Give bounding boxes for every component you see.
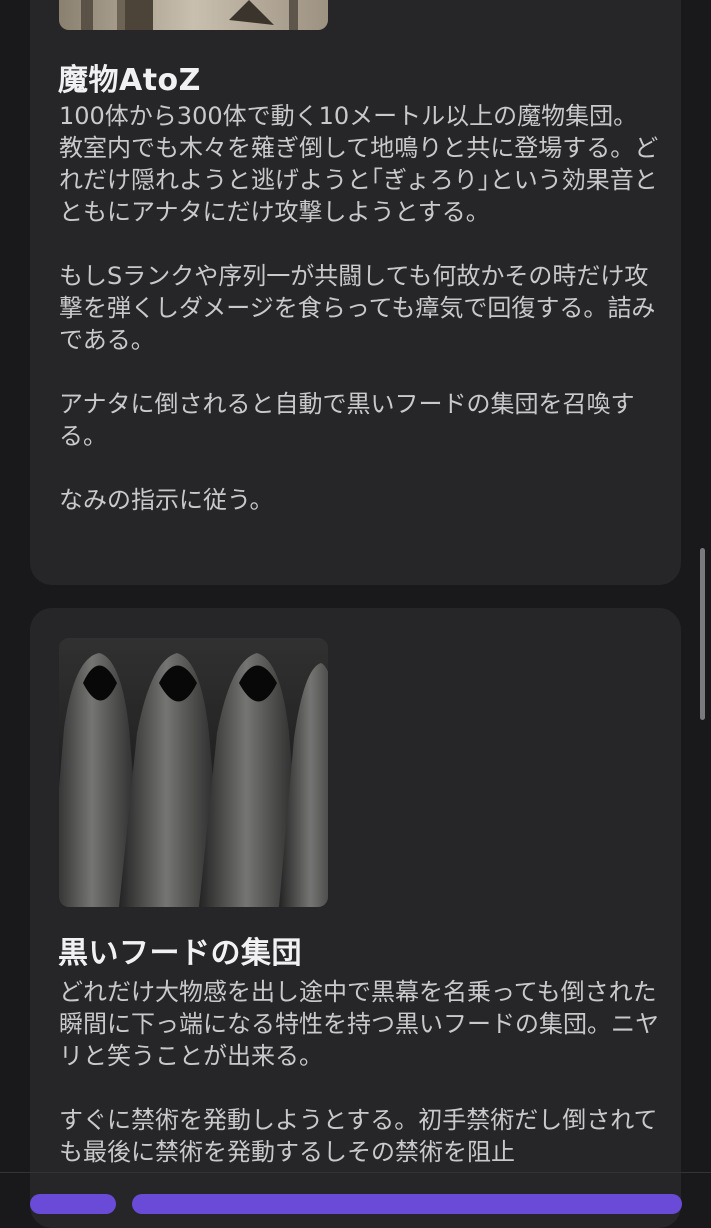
- bottom-left-button[interactable]: [30, 1194, 116, 1214]
- scrollbar-thumb[interactable]: [700, 548, 705, 720]
- divider: [0, 1172, 711, 1173]
- ruins-image: [59, 0, 328, 30]
- card-title: 魔物AtoZ: [58, 63, 201, 98]
- card-title: 黒いフードの集団: [58, 936, 302, 971]
- card-description: 100体から300体で動く10メートル以上の魔物集団。教室内でも木々を薙ぎ倒して…: [59, 102, 659, 514]
- character-card[interactable]: 魔物AtoZ 100体から300体で動く10メートル以上の魔物集団。教室内でも木…: [30, 0, 681, 585]
- bottom-main-button[interactable]: [132, 1194, 682, 1214]
- character-card[interactable]: 黒いフードの集団 どれだけ大物感を出し途中で黒幕を名乗っても倒された瞬間に下っ端…: [30, 608, 681, 1228]
- hooded-figures-image: [59, 638, 328, 907]
- card-description: どれだけ大物感を出し途中で黒幕を名乗っても倒された瞬間に下っ端になる特性を持つ黒…: [59, 978, 659, 1166]
